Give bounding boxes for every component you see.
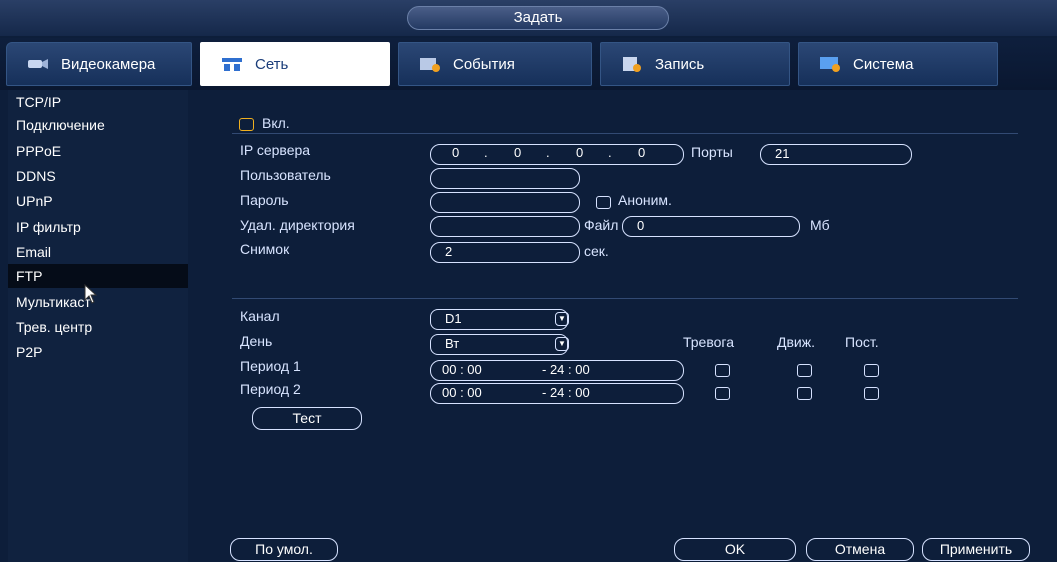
user-label: Пользователь: [240, 167, 331, 183]
server-ip-input[interactable]: [430, 144, 684, 165]
sidebar-item-ddns[interactable]: DDNS: [8, 164, 188, 188]
tab-events-label: События: [453, 55, 515, 73]
ip-octet-1: 0: [452, 145, 460, 160]
sidebar-item-email[interactable]: Email: [8, 240, 188, 264]
chevron-down-icon[interactable]: ▼: [555, 337, 569, 351]
tab-camera[interactable]: Видеокамера: [6, 42, 192, 86]
period-1-motion-checkbox[interactable]: [797, 364, 812, 377]
day-select[interactable]: Вт: [430, 334, 568, 355]
events-icon: [419, 55, 441, 73]
sidebar-item-ftp[interactable]: FTP: [8, 264, 188, 288]
window-title: Задать: [407, 6, 669, 30]
tab-events[interactable]: События: [398, 42, 592, 86]
snapshot-unit: сек.: [584, 243, 609, 259]
tab-system[interactable]: Система: [798, 42, 998, 86]
period-2-start: 00 : 00: [442, 385, 482, 400]
sidebar-item-multicast[interactable]: Мультикаст: [8, 290, 188, 314]
test-button[interactable]: Тест: [252, 407, 362, 430]
channel-select[interactable]: D1: [430, 309, 568, 330]
channel-label: Канал: [240, 308, 280, 324]
period-1-end: - 24 : 00: [542, 362, 590, 377]
password-input[interactable]: [430, 192, 580, 213]
sidebar-item-alarm-center[interactable]: Трев. центр: [8, 315, 188, 339]
column-continuous-label: Пост.: [845, 334, 879, 350]
ip-octet-4: 0: [638, 145, 646, 160]
divider-top: [232, 133, 1018, 134]
apply-button[interactable]: Применить: [922, 538, 1030, 561]
password-label: Пароль: [240, 192, 289, 208]
camera-icon: [27, 55, 49, 73]
tab-camera-label: Видеокамера: [61, 55, 156, 73]
sidebar-item-p2p[interactable]: P2P: [8, 340, 188, 364]
ip-separator-2: .: [546, 145, 550, 160]
divider-middle: [232, 298, 1018, 299]
day-label: День: [240, 333, 273, 349]
ip-octet-3: 0: [576, 145, 584, 160]
file-size-input[interactable]: 0: [622, 216, 800, 237]
period-2-continuous-checkbox[interactable]: [864, 387, 879, 400]
sidebar-item-upnp[interactable]: UPnP: [8, 189, 188, 213]
tab-network[interactable]: Сеть: [200, 42, 390, 86]
period-2-alarm-checkbox[interactable]: [715, 387, 730, 400]
tab-record-label: Запись: [655, 55, 705, 73]
ok-button[interactable]: OK: [674, 538, 796, 561]
anonymous-label: Аноним.: [618, 192, 672, 208]
remote-dir-label: Удал. директория: [240, 217, 355, 233]
sidebar-item-ip-filter[interactable]: IP фильтр: [8, 215, 188, 239]
system-icon: [819, 55, 841, 73]
file-label: Файл: [584, 217, 619, 233]
default-button[interactable]: По умол.: [230, 538, 338, 561]
mouse-cursor: [84, 283, 98, 307]
enable-checkbox[interactable]: [239, 118, 254, 131]
period-1-alarm-checkbox[interactable]: [715, 364, 730, 377]
enable-label: Вкл.: [262, 115, 290, 131]
period-2-label: Период 2: [240, 381, 301, 397]
chevron-down-icon[interactable]: ▼: [555, 312, 569, 326]
port-input[interactable]: 21: [760, 144, 912, 165]
tab-network-label: Сеть: [255, 55, 289, 73]
remote-dir-input[interactable]: [430, 216, 580, 237]
period-1-continuous-checkbox[interactable]: [864, 364, 879, 377]
column-alarm-label: Тревога: [683, 334, 734, 350]
ip-octet-2: 0: [514, 145, 522, 160]
sidebar-item-pppoe[interactable]: PPPoE: [8, 139, 188, 163]
file-unit: Мб: [810, 217, 830, 233]
period-2-motion-checkbox[interactable]: [797, 387, 812, 400]
cancel-button[interactable]: Отмена: [806, 538, 914, 561]
ip-separator-1: .: [484, 145, 488, 160]
network-icon: [221, 55, 243, 73]
sidebar-item-tcpip[interactable]: TCP/IP: [8, 90, 188, 114]
column-motion-label: Движ.: [777, 334, 815, 350]
tab-system-label: Система: [853, 55, 914, 73]
port-label: Порты: [691, 144, 733, 160]
ip-separator-3: .: [608, 145, 612, 160]
period-1-label: Период 1: [240, 358, 301, 374]
period-2-end: - 24 : 00: [542, 385, 590, 400]
anonymous-checkbox[interactable]: [596, 196, 611, 209]
snapshot-interval-input[interactable]: 2: [430, 242, 580, 263]
server-ip-label: IP сервера: [240, 142, 311, 158]
tab-record[interactable]: Запись: [600, 42, 790, 86]
record-icon: [621, 55, 643, 73]
user-input[interactable]: [430, 168, 580, 189]
snapshot-label: Снимок: [240, 241, 290, 257]
period-1-start: 00 : 00: [442, 362, 482, 377]
sidebar-item-connection[interactable]: Подключение: [8, 113, 188, 137]
